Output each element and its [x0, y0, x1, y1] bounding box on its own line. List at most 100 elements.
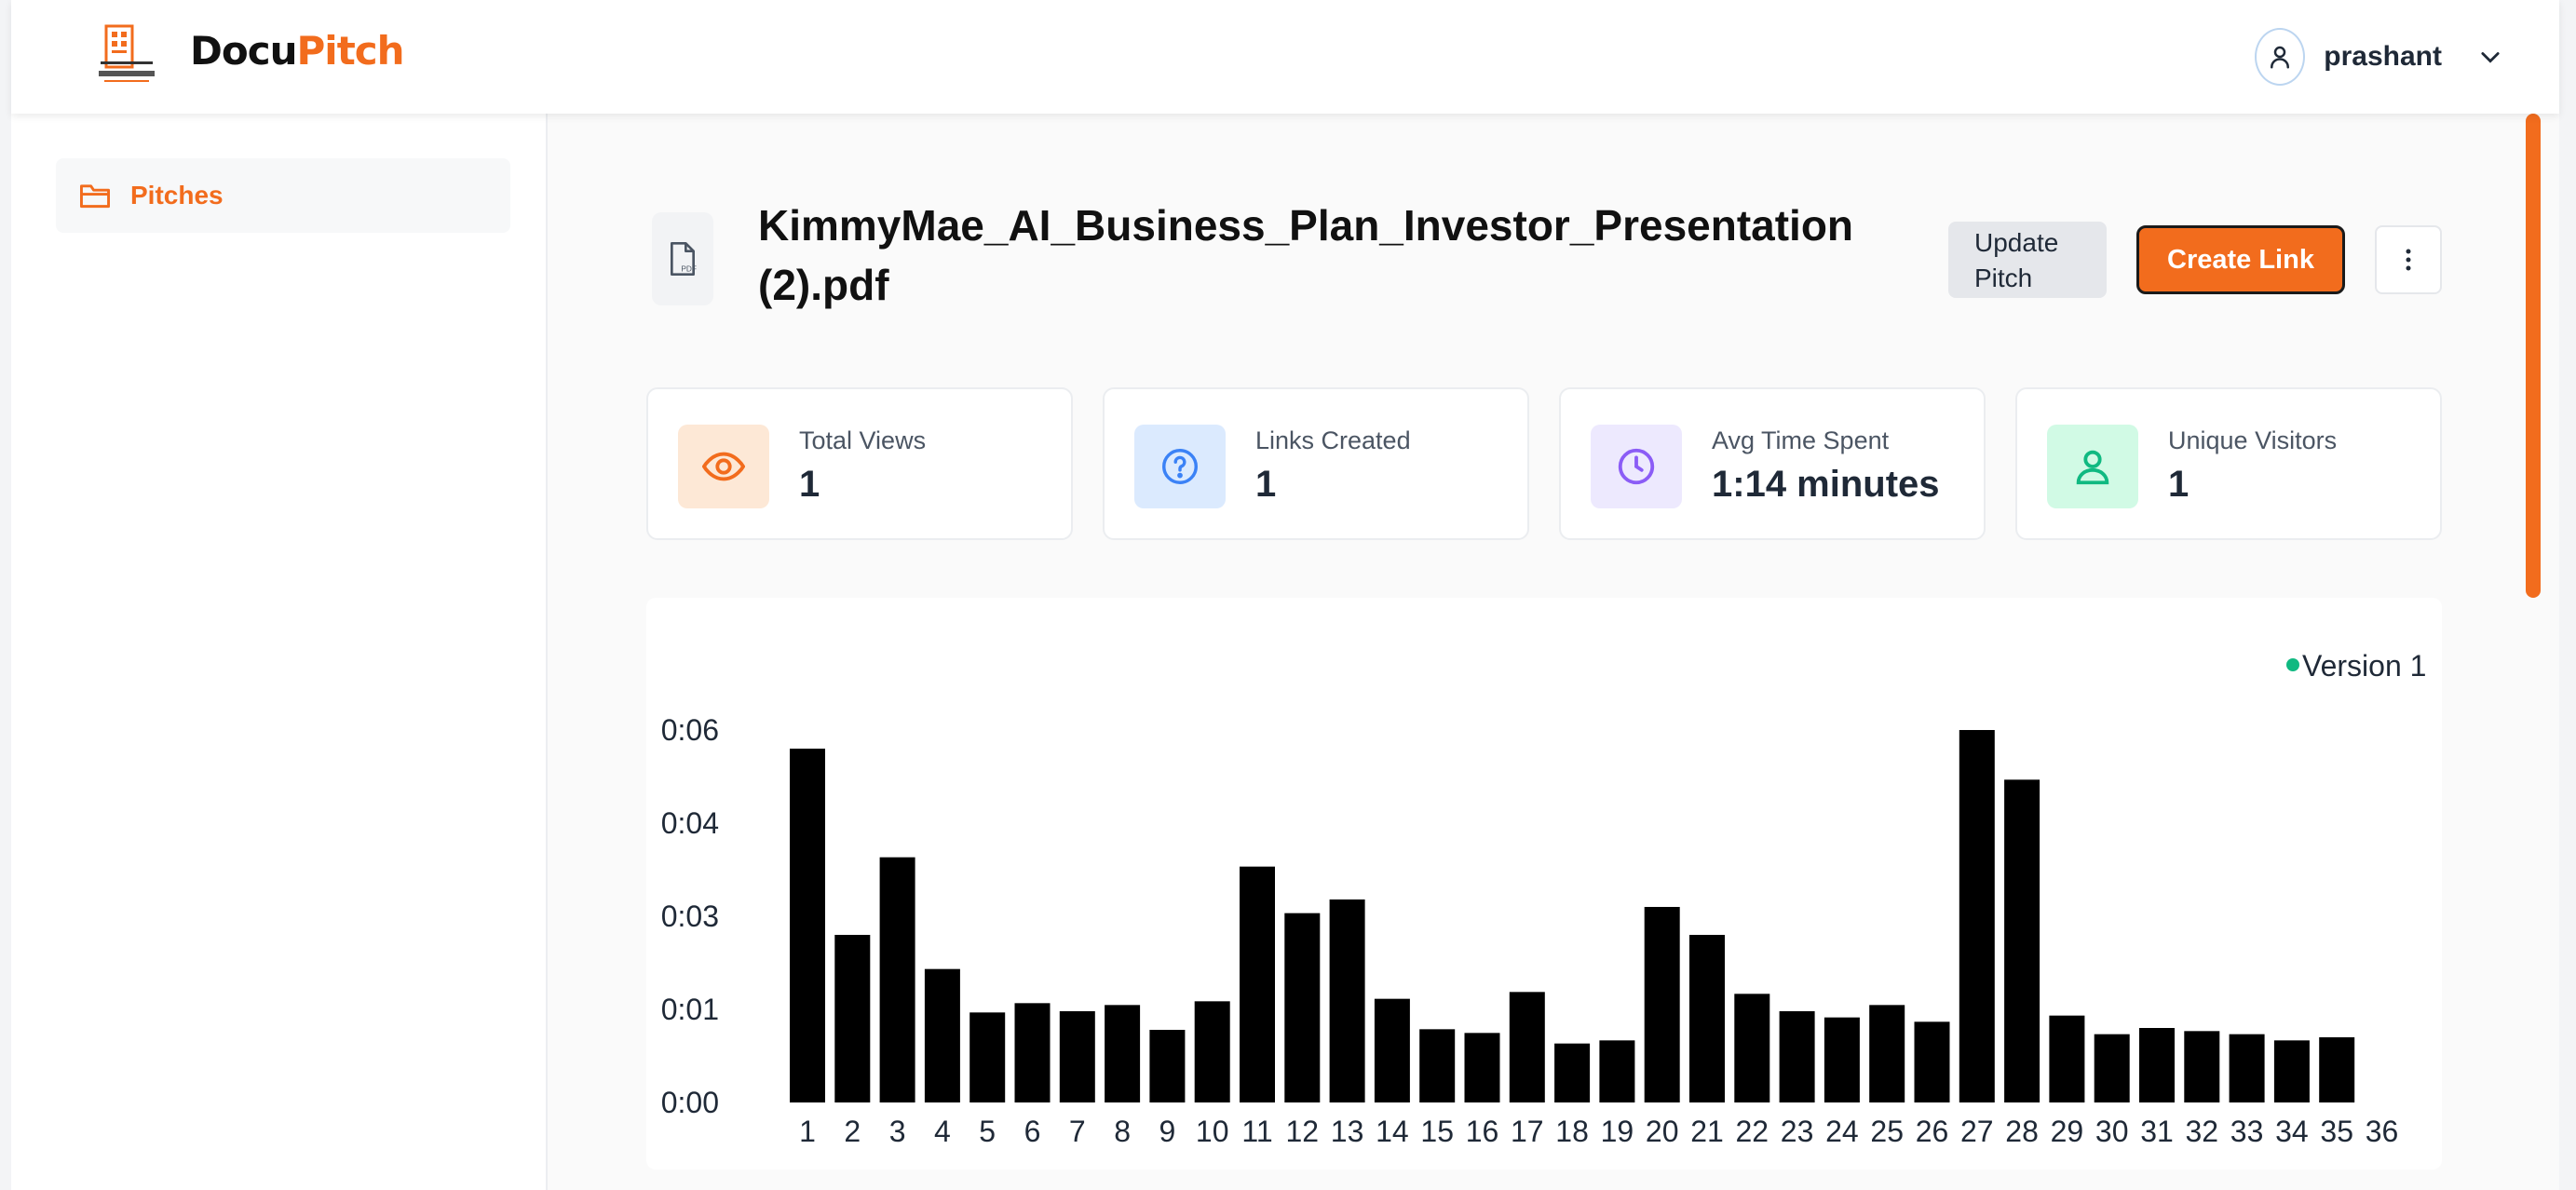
bar [2139, 1028, 2175, 1102]
bar [1959, 730, 1995, 1102]
bar [1240, 866, 1275, 1102]
x-tick-label: 16 [1466, 1115, 1499, 1148]
bar [1374, 998, 1410, 1102]
x-tick-label: 7 [1069, 1115, 1086, 1148]
bar [1824, 1017, 1860, 1102]
brand-part-1: Docu [190, 28, 298, 74]
bar [1464, 1033, 1500, 1102]
x-tick-label: 23 [1781, 1115, 1814, 1148]
logo-icon[interactable] [93, 24, 166, 86]
bar [2184, 1031, 2220, 1102]
x-tick-label: 30 [2095, 1115, 2129, 1148]
stat-label: Unique Visitors [2168, 426, 2338, 454]
x-tick-label: 11 [1241, 1115, 1272, 1148]
stat-label: Links Created [1255, 426, 1411, 454]
x-tick-label: 13 [1331, 1115, 1364, 1148]
y-tick-label: 0:04 [661, 806, 719, 840]
bar [1914, 1021, 1950, 1102]
x-tick-label: 3 [889, 1115, 906, 1148]
chevron-down-icon[interactable] [2477, 44, 2503, 70]
x-tick-label: 22 [1736, 1115, 1769, 1148]
x-tick-label: 6 [1024, 1115, 1041, 1148]
x-tick-label: 4 [934, 1115, 951, 1148]
stat-value: 1 [799, 464, 820, 505]
x-tick-label: 34 [2275, 1115, 2309, 1148]
user-icon [2255, 28, 2306, 86]
bar [1419, 1029, 1456, 1102]
username: prashant [2324, 41, 2442, 72]
y-tick-label: 0:00 [661, 1086, 719, 1119]
stat-value: 1:14 minutes [1712, 464, 1940, 505]
bar [2004, 779, 2040, 1102]
bar [1689, 935, 1725, 1102]
clock-icon [1591, 425, 1682, 508]
more-vertical-icon[interactable] [2375, 225, 2442, 294]
x-tick-label: 33 [2230, 1115, 2264, 1148]
x-tick-label: 35 [2320, 1115, 2353, 1148]
x-tick-label: 5 [979, 1115, 996, 1148]
bar [2319, 1037, 2355, 1102]
bar [1644, 907, 1680, 1102]
bar [1014, 1003, 1051, 1102]
create-link-button[interactable]: Create Link [2136, 225, 2345, 294]
bar [1284, 913, 1321, 1102]
document-title: KimmyMae_AI_Business_Plan_Investor_Prese… [758, 201, 1854, 309]
x-tick-label: 14 [1376, 1115, 1409, 1148]
x-tick-label: 21 [1690, 1115, 1724, 1148]
x-tick-label: 10 [1196, 1115, 1229, 1148]
help-circle-icon [1134, 425, 1226, 508]
sidebar-item-label: Pitches [130, 181, 224, 210]
bar [1869, 1005, 1905, 1102]
x-tick-label: 28 [2005, 1115, 2039, 1148]
bar [1329, 899, 1365, 1102]
stat-value: 1 [1255, 464, 1277, 505]
svg-text:PDF: PDF [681, 264, 697, 273]
stat-card-unique-visitors: Unique Visitors 1 [2015, 387, 2442, 540]
x-tick-label: 31 [2140, 1115, 2174, 1148]
brand-name[interactable]: DocuPitch [190, 28, 405, 74]
x-tick-label: 26 [1916, 1115, 1949, 1148]
x-tick-label: 1 [799, 1115, 816, 1148]
x-tick-label: 29 [2051, 1115, 2084, 1148]
x-tick-label: 19 [1601, 1115, 1634, 1148]
x-tick-label: 25 [1870, 1115, 1904, 1148]
bar-chart: 0:000:010:030:040:061 2 3 4 5 6 7 8 9 10 11 12 13 14 1… [661, 649, 2427, 1148]
scrollbar[interactable] [2526, 114, 2541, 598]
x-tick-label: 2 [844, 1115, 861, 1148]
stat-card-avg-time: Avg Time Spent 1:14 minutes [1559, 387, 1986, 540]
bar [1779, 1011, 1815, 1102]
x-tick-label: 15 [1420, 1115, 1454, 1148]
x-tick-label: 32 [2186, 1115, 2219, 1148]
stat-card-links-created: Links Created 1 [1103, 387, 1529, 540]
bar [1105, 1005, 1141, 1102]
bar [1059, 1011, 1095, 1102]
stat-label: Avg Time Spent [1712, 426, 1890, 454]
stat-label: Total Views [799, 426, 927, 454]
legend-label: Version 1 [2302, 649, 2426, 683]
pdf-file-icon: PDF [652, 212, 713, 305]
user-menu[interactable]: prashant [2255, 28, 2503, 86]
bar [1554, 1043, 1591, 1102]
bar [790, 749, 825, 1102]
bar [1149, 1030, 1186, 1102]
bar [1734, 994, 1770, 1102]
bar [969, 1012, 1006, 1102]
bar [2273, 1040, 2310, 1102]
bar [1509, 992, 1545, 1102]
bar [1599, 1040, 1635, 1102]
folder-icon [80, 184, 110, 209]
x-tick-label: 18 [1555, 1115, 1589, 1148]
sidebar-item-pitches[interactable]: Pitches [56, 158, 510, 233]
top-bar: DocuPitch prashant [11, 0, 2559, 114]
x-tick-label: 17 [1511, 1115, 1544, 1148]
x-tick-label: 12 [1286, 1115, 1320, 1148]
stat-card-total-views: Total Views 1 [646, 387, 1073, 540]
brand-part-2: Pitch [296, 28, 405, 74]
bar [879, 857, 915, 1102]
x-tick-label: 24 [1825, 1115, 1859, 1148]
y-tick-label: 0:01 [661, 993, 719, 1026]
bar [924, 968, 960, 1102]
update-pitch-button[interactable]: Update Pitch [1948, 222, 2107, 298]
x-tick-label: 27 [1960, 1115, 1994, 1148]
x-tick-label: 20 [1646, 1115, 1679, 1148]
